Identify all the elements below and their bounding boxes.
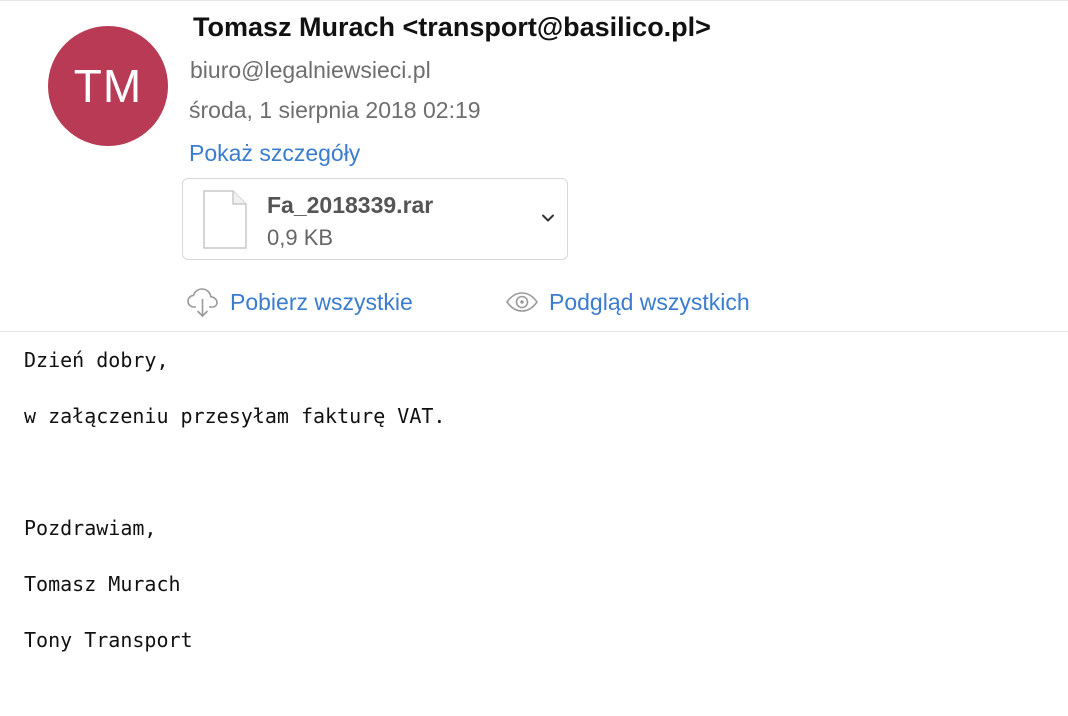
show-details-link[interactable]: Pokaż szczegóły — [189, 140, 360, 167]
body-message: w załączeniu przesyłam fakturę VAT. — [24, 404, 446, 428]
top-border — [0, 0, 1068, 1]
email-view: TM Tomasz Murach <transport@basilico.pl>… — [0, 0, 1068, 716]
recipient-address: biuro@legalniewsieci.pl — [190, 57, 431, 83]
body-signature-company: Tony Transport — [24, 628, 193, 652]
cloud-download-icon — [187, 288, 218, 317]
document-icon — [203, 190, 247, 249]
chevron-down-icon[interactable] — [541, 211, 555, 225]
sent-date: środa, 1 sierpnia 2018 02:19 — [189, 97, 481, 123]
attachment-card[interactable]: Fa_2018339.rar 0,9 KB — [182, 178, 568, 260]
preview-all-label: Podgląd wszystkich — [549, 288, 750, 315]
avatar: TM — [48, 26, 168, 146]
attachment-name: Fa_2018339.rar — [267, 192, 434, 218]
body-closing: Pozdrawiam, — [24, 516, 157, 540]
eye-icon — [506, 292, 538, 312]
attachment-size: 0,9 KB — [267, 225, 334, 250]
avatar-initials: TM — [73, 60, 143, 112]
download-all-button[interactable]: Pobierz wszystkie — [186, 284, 413, 320]
body-greeting: Dzień dobry, — [24, 348, 169, 372]
preview-all-button[interactable]: Podgląd wszystkich — [505, 284, 750, 320]
download-all-label: Pobierz wszystkie — [230, 288, 413, 315]
sender-name: Tomasz Murach <transport@basilico.pl> — [193, 12, 711, 42]
header-divider — [0, 331, 1068, 332]
body-signature-name: Tomasz Murach — [24, 572, 181, 596]
